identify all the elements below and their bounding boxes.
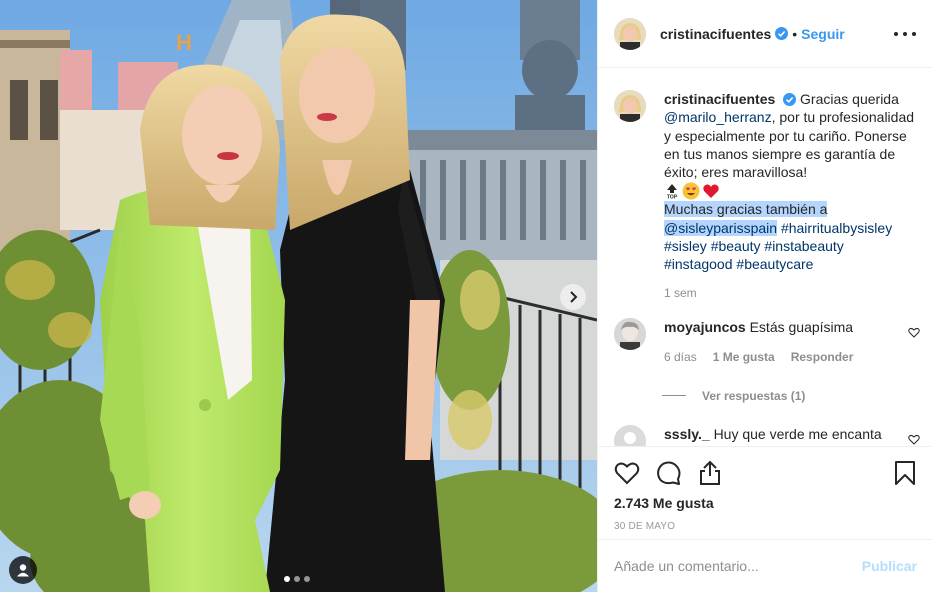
author-username[interactable]: cristinacifuentes xyxy=(660,26,771,42)
heart-icon xyxy=(614,462,640,485)
commenter-avatar[interactable] xyxy=(614,317,646,350)
instagram-post: H cristinacifuentes • Seguir cristinacif… xyxy=(0,0,932,592)
post-photo[interactable]: H xyxy=(0,0,597,592)
avatar-image xyxy=(614,17,646,50)
comment-body: moyajuncos Estás guapísima 6 días 1 Me g… xyxy=(664,318,916,367)
avatar-image xyxy=(614,317,646,350)
user-icon xyxy=(17,564,29,577)
photo-scene: H xyxy=(0,0,597,592)
dot-icon xyxy=(894,31,898,36)
author-avatar[interactable] xyxy=(614,17,646,50)
hashtag-link[interactable]: #beauty xyxy=(711,238,761,254)
likes-count[interactable]: 2.743 Me gusta xyxy=(614,495,916,511)
comments-list[interactable]: cristinacifuentes Gracias querida @maril… xyxy=(598,68,932,446)
selected-caption-text: Muchas gracias también a xyxy=(664,201,828,218)
save-button[interactable] xyxy=(894,460,916,486)
hashtag-link[interactable]: #hairritualbysisley xyxy=(781,220,892,236)
svg-text:H: H xyxy=(176,30,192,55)
hashtag-link[interactable]: #instagood xyxy=(664,256,733,272)
default-avatar-icon xyxy=(614,424,646,446)
author-avatar[interactable] xyxy=(614,90,646,122)
caption-username[interactable]: cristinacifuentes xyxy=(664,91,775,107)
verified-badge-icon xyxy=(783,93,797,106)
caption: cristinacifuentes Gracias querida @maril… xyxy=(614,90,916,302)
carousel-indicator xyxy=(284,576,310,582)
comment-username[interactable]: moyajuncos xyxy=(664,319,746,335)
chevron-right-icon xyxy=(570,291,578,303)
comment-username[interactable]: sssly._ xyxy=(664,426,710,442)
hashtag-link[interactable]: #sisley xyxy=(664,238,707,254)
comment-item: moyajuncos Estás guapísima 6 días 1 Me g… xyxy=(614,317,920,367)
comment-input[interactable] xyxy=(614,558,862,574)
carousel-dot xyxy=(304,576,310,582)
view-replies-button[interactable]: Ver respuestas (1) xyxy=(662,389,916,403)
comment-likes[interactable]: 1 Me gusta xyxy=(713,348,775,366)
dot-icon xyxy=(903,31,907,36)
verified-badge-icon xyxy=(775,27,789,40)
caption-emojis: TOP xyxy=(664,181,916,200)
hashtag-link[interactable]: #instabeauty xyxy=(764,238,843,254)
comment-text: Huy que verde me encanta xyxy=(713,425,882,442)
follow-button[interactable]: Seguir xyxy=(801,26,845,42)
commenter-avatar[interactable] xyxy=(614,424,646,446)
post-side-panel: cristinacifuentes • Seguir cristinacifue… xyxy=(597,0,932,592)
comment-icon xyxy=(657,461,681,485)
share-button[interactable] xyxy=(698,460,722,486)
share-icon xyxy=(700,460,720,485)
comment-body: sssly._ Huy que verde me encanta xyxy=(664,425,916,446)
more-options-button[interactable] xyxy=(894,27,916,41)
carousel-dot xyxy=(294,576,300,582)
action-icons xyxy=(614,447,916,499)
add-comment-bar: Publicar xyxy=(598,539,932,592)
replies-divider xyxy=(662,395,686,397)
carousel-dot xyxy=(284,576,290,582)
bookmark-icon xyxy=(895,461,915,485)
view-replies-label: Ver respuestas (1) xyxy=(702,388,806,403)
header-separator: • xyxy=(792,25,798,42)
comment-text: Estás guapísima xyxy=(749,318,854,335)
like-comment-icon[interactable] xyxy=(908,434,920,445)
dot-icon xyxy=(912,31,916,36)
hashtag-link[interactable]: #beautycare xyxy=(736,256,813,272)
comment-time[interactable]: 6 días xyxy=(664,348,697,366)
post-header: cristinacifuentes • Seguir xyxy=(598,0,932,68)
mention-link[interactable]: @marilo_herranz xyxy=(664,109,772,125)
heart-eyes-icon xyxy=(682,182,700,200)
caption-body: cristinacifuentes Gracias querida @maril… xyxy=(664,90,916,302)
top-icon: TOP xyxy=(667,183,678,199)
caption-text: Gracias querida xyxy=(800,91,899,107)
comment-item: sssly._ Huy que verde me encanta xyxy=(614,424,920,446)
post-date[interactable]: 30 DE MAYO xyxy=(614,521,916,532)
reply-button[interactable]: Responder xyxy=(791,348,854,366)
comment-button[interactable] xyxy=(656,460,682,486)
caption-time[interactable]: 1 sem xyxy=(664,284,916,302)
like-button[interactable] xyxy=(614,461,640,485)
next-image-button[interactable] xyxy=(560,284,586,310)
publish-button[interactable]: Publicar xyxy=(862,558,917,574)
like-comment-icon[interactable] xyxy=(908,327,920,338)
comment-meta: 6 días 1 Me gusta Responder xyxy=(664,348,916,366)
mention-link[interactable]: @sisleyparisspain xyxy=(664,219,778,236)
red-heart-icon xyxy=(703,184,719,198)
avatar-image xyxy=(614,90,646,122)
svg-text:TOP: TOP xyxy=(667,194,678,199)
tagged-users-button[interactable] xyxy=(9,556,37,584)
